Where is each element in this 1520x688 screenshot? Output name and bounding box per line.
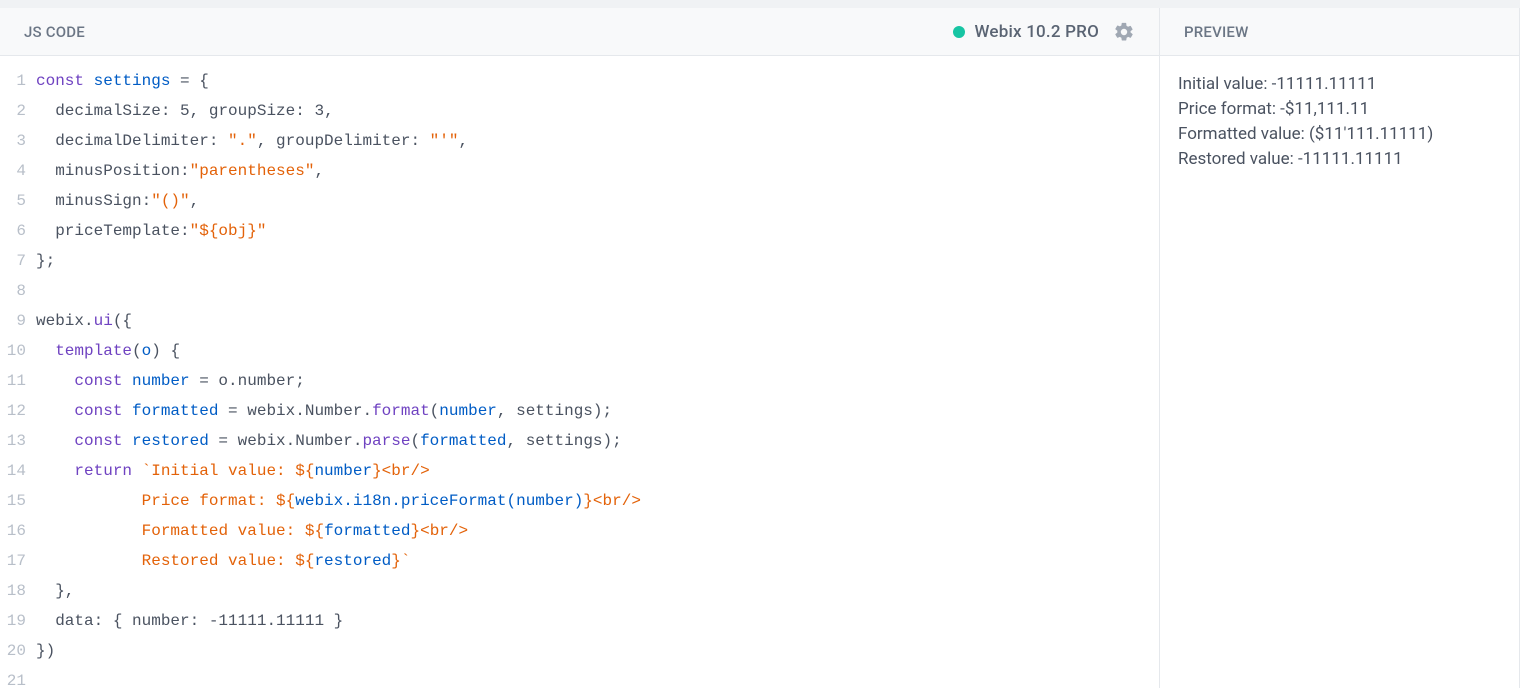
code-line[interactable]: minusSign:"()", [36,186,1143,216]
preview-line: Formatted value: ($11'111.11111) [1178,122,1501,147]
gear-icon[interactable] [1113,21,1135,43]
line-number: 4 [0,156,26,186]
code-line[interactable]: const formatted = webix.Number.format(nu… [36,396,1143,426]
code-line[interactable]: const settings = { [36,66,1143,96]
line-number: 20 [0,636,26,666]
code-panel-title: JS CODE [24,23,85,41]
code-line[interactable]: template(o) { [36,336,1143,366]
code-line[interactable]: Price format: ${webix.i18n.priceFormat(n… [36,486,1143,516]
line-number: 7 [0,246,26,276]
line-number: 3 [0,126,26,156]
line-number: 12 [0,396,26,426]
line-number: 2 [0,96,26,126]
code-line[interactable]: minusPosition:"parentheses", [36,156,1143,186]
code-line[interactable]: Formatted value: ${formatted}<br/> [36,516,1143,546]
line-number: 14 [0,456,26,486]
code-editor[interactable]: 123456789101112131415161718192021 const … [0,56,1159,688]
code-line[interactable]: priceTemplate:"${obj}" [36,216,1143,246]
line-number: 6 [0,216,26,246]
code-line[interactable]: data: { number: -11111.11111 } [36,606,1143,636]
line-number: 9 [0,306,26,336]
line-number: 11 [0,366,26,396]
code-line[interactable]: decimalDelimiter: ".", groupDelimiter: "… [36,126,1143,156]
code-panel-header: JS CODE Webix 10.2 PRO [0,8,1159,56]
line-number: 19 [0,606,26,636]
line-number: 13 [0,426,26,456]
code-panel: JS CODE Webix 10.2 PRO 12345678910111213… [0,8,1160,688]
preview-line: Restored value: -11111.11111 [1178,147,1501,172]
code-line[interactable] [36,276,1143,306]
code-line[interactable]: const number = o.number; [36,366,1143,396]
code-line[interactable]: }, [36,576,1143,606]
preview-panel-title: PREVIEW [1184,23,1249,41]
code-line[interactable]: const restored = webix.Number.parse(form… [36,426,1143,456]
preview-line: Price format: -$11,111.11 [1178,97,1501,122]
code-line[interactable]: webix.ui({ [36,306,1143,336]
line-number: 18 [0,576,26,606]
preview-panel: PREVIEW Initial value: -11111.11111Price… [1160,8,1520,688]
preview-line: Initial value: -11111.11111 [1178,72,1501,97]
line-number: 17 [0,546,26,576]
line-number: 21 [0,666,26,688]
line-number: 10 [0,336,26,366]
line-number: 1 [0,66,26,96]
line-number: 15 [0,486,26,516]
code-line[interactable]: }; [36,246,1143,276]
version-label: Webix 10.2 PRO [975,22,1099,42]
app-root: JS CODE Webix 10.2 PRO 12345678910111213… [0,0,1520,688]
code-line[interactable]: }) [36,636,1143,666]
code-content[interactable]: const settings = { decimalSize: 5, group… [36,66,1159,688]
code-line[interactable]: decimalSize: 5, groupSize: 3, [36,96,1143,126]
preview-output: Initial value: -11111.11111Price format:… [1160,56,1519,688]
code-line[interactable] [36,666,1143,688]
line-number: 16 [0,516,26,546]
line-number: 8 [0,276,26,306]
code-line[interactable]: return `Initial value: ${number}<br/> [36,456,1143,486]
status-dot-icon [953,26,965,38]
line-number: 5 [0,186,26,216]
code-line[interactable]: Restored value: ${restored}` [36,546,1143,576]
preview-panel-header: PREVIEW [1160,8,1519,56]
line-gutter: 123456789101112131415161718192021 [0,66,36,688]
